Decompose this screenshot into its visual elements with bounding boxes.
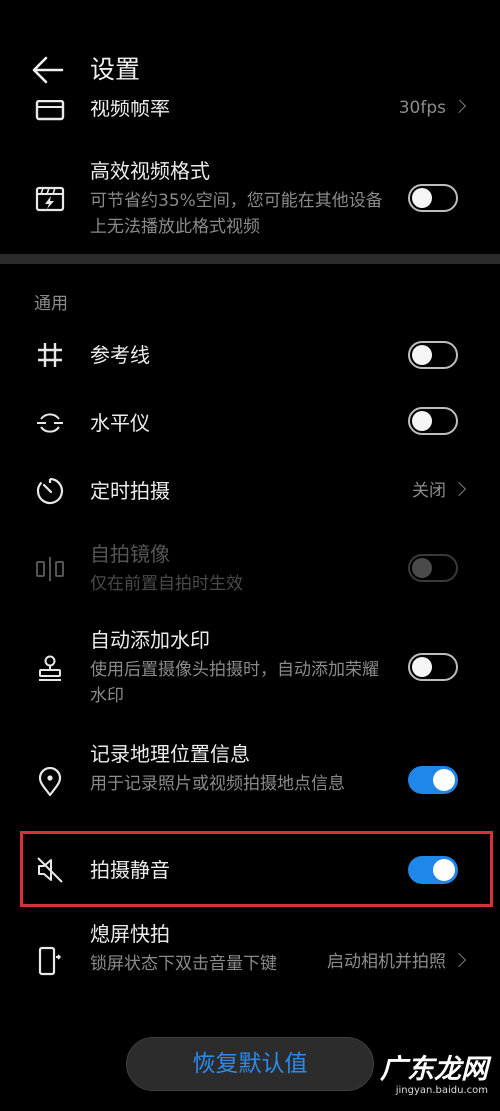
row-value-text: 关闭 bbox=[412, 481, 446, 501]
row-subtitle: 锁屏状态下双击音量下键 bbox=[90, 954, 277, 974]
section-label-general: 通用 bbox=[34, 294, 68, 314]
settings-row-efficient-video-format[interactable]: 高效视频格式 可节省约35%空间，您可能在其他设备上无法播放此格式视频 bbox=[0, 155, 500, 245]
highlight-box bbox=[20, 831, 493, 907]
level-icon bbox=[34, 407, 66, 439]
settings-row-timer[interactable]: 定时拍摄 关闭 bbox=[0, 466, 500, 516]
settings-row-grid-lines[interactable]: 参考线 bbox=[0, 330, 500, 380]
stamp-icon bbox=[34, 652, 66, 684]
arrow-left-icon bbox=[32, 56, 64, 84]
efficient-video-format-toggle[interactable] bbox=[408, 184, 458, 212]
section-divider bbox=[0, 254, 500, 264]
back-button[interactable] bbox=[30, 52, 70, 88]
row-title: 水平仪 bbox=[90, 411, 150, 435]
watermark-main-text: 广东龙网 bbox=[380, 1054, 488, 1085]
restore-defaults-button[interactable]: 恢复默认值 bbox=[126, 1037, 374, 1091]
grid-icon bbox=[34, 339, 66, 371]
row-value-text: 启动相机并拍照 bbox=[327, 952, 446, 972]
timer-icon bbox=[34, 475, 66, 507]
row-title: 定时拍摄 bbox=[90, 479, 170, 503]
toggle-knob bbox=[412, 188, 432, 208]
toggle-knob bbox=[412, 411, 432, 431]
row-value: 关闭 bbox=[412, 479, 467, 503]
row-subtitle: 可节省约35%空间，您可能在其他设备上无法播放此格式视频 bbox=[90, 191, 383, 237]
mirror-icon bbox=[34, 553, 66, 585]
location-pin-icon bbox=[34, 766, 66, 798]
page-title: 设置 bbox=[90, 55, 141, 84]
chevron-right-icon bbox=[451, 952, 467, 968]
hevc-film-icon bbox=[34, 183, 66, 215]
row-title: 自动添加水印 bbox=[90, 628, 210, 652]
settings-row-auto-watermark[interactable]: 自动添加水印 使用后置摄像头拍摄时，自动添加荣耀水印 bbox=[0, 624, 500, 714]
grid-lines-toggle[interactable] bbox=[408, 341, 458, 369]
settings-row-selfie-mirror: 自拍镜像 仅在前置自拍时生效 bbox=[0, 538, 500, 603]
settings-row-location-info[interactable]: 记录地理位置信息 用于记录照片或视频拍摄地点信息 bbox=[0, 738, 500, 828]
row-value-text: 30fps bbox=[398, 98, 446, 118]
row-value: 启动相机并拍照 bbox=[327, 950, 467, 974]
settings-row-level[interactable]: 水平仪 bbox=[0, 398, 500, 448]
settings-row-screen-off-snapshot[interactable]: 熄屏快拍 锁屏状态下双击音量下键 启动相机并拍照 bbox=[0, 918, 500, 1008]
row-title: 参考线 bbox=[90, 343, 150, 367]
row-subtitle: 使用后置摄像头拍摄时，自动添加荣耀水印 bbox=[90, 660, 379, 706]
app-header: 设置 bbox=[0, 0, 500, 100]
row-title: 熄屏快拍 bbox=[90, 922, 170, 946]
watermark-sub-text: jingyan.baidu.com bbox=[395, 1085, 488, 1096]
chevron-right-icon bbox=[451, 481, 467, 497]
row-title: 高效视频格式 bbox=[90, 159, 210, 183]
toggle-knob bbox=[433, 769, 455, 791]
chevron-right-icon bbox=[451, 98, 467, 114]
toggle-knob bbox=[412, 558, 432, 578]
selfie-mirror-toggle bbox=[408, 554, 458, 582]
row-title: 自拍镜像 bbox=[90, 542, 170, 566]
site-watermark: 广东龙网 jingyan.baidu.com bbox=[380, 1055, 488, 1097]
level-toggle[interactable] bbox=[408, 407, 458, 435]
auto-watermark-toggle[interactable] bbox=[408, 653, 458, 681]
toggle-knob bbox=[412, 657, 432, 677]
location-info-toggle[interactable] bbox=[408, 766, 458, 794]
row-subtitle: 用于记录照片或视频拍摄地点信息 bbox=[90, 774, 345, 794]
toggle-knob bbox=[412, 345, 432, 365]
row-title: 记录地理位置信息 bbox=[90, 742, 250, 766]
row-subtitle: 仅在前置自拍时生效 bbox=[90, 574, 243, 594]
phone-snap-icon bbox=[34, 945, 66, 977]
